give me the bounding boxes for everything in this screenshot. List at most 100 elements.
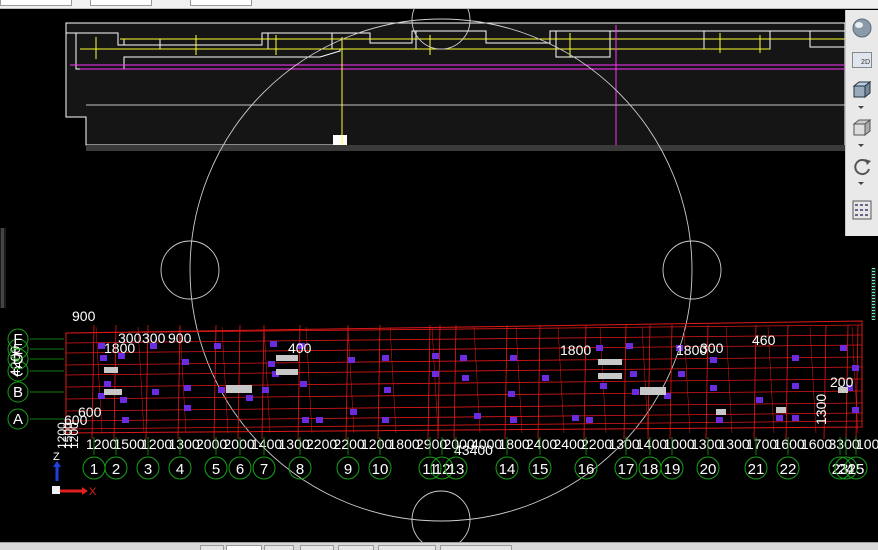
column-mark <box>474 413 481 419</box>
view-toolbar: 2D <box>845 10 878 236</box>
column-mark <box>508 391 515 397</box>
column-mark <box>792 355 799 361</box>
axis-number: 25 <box>848 461 865 478</box>
column-mark <box>792 383 799 389</box>
wall-segment <box>776 407 786 413</box>
chevron-down-icon[interactable] <box>858 182 864 185</box>
drawing-canvas[interactable]: 900300 300 9001800 180046060040042004340013… <box>0 9 878 542</box>
column-mark <box>792 415 799 421</box>
rotate-icon[interactable] <box>849 154 875 178</box>
axis-number: 16 <box>578 461 595 478</box>
top-toolbar <box>0 0 878 9</box>
layout-tab[interactable] <box>200 545 224 550</box>
wall-segment <box>226 385 252 393</box>
column-mark <box>852 365 859 371</box>
column-mark <box>122 417 129 423</box>
column-mark <box>384 387 391 393</box>
column-mark <box>852 407 859 413</box>
row-label: F <box>13 331 22 348</box>
axis-number: 18 <box>642 461 659 478</box>
axis-number: 22 <box>780 461 797 478</box>
column-mark <box>270 341 277 347</box>
column-mark <box>348 357 355 363</box>
row-label: A <box>13 411 23 428</box>
layout-tab[interactable] <box>378 545 436 550</box>
column-mark <box>462 375 469 381</box>
column-mark <box>350 409 357 415</box>
wall-segment <box>716 409 726 415</box>
layout-tab[interactable] <box>300 545 334 550</box>
column-mark <box>710 385 717 391</box>
column-mark <box>626 343 633 349</box>
dimension-label: 1000 <box>856 436 878 452</box>
column-mark <box>182 359 189 365</box>
layout-tab[interactable] <box>440 545 512 550</box>
properties-grid-icon[interactable] <box>849 198 875 222</box>
axis-number: 1 <box>90 461 98 478</box>
column-mark <box>756 397 763 403</box>
column-mark <box>152 389 159 395</box>
wall-segment <box>598 359 622 365</box>
column-mark <box>300 381 307 387</box>
layer-dropdown[interactable] <box>90 0 152 6</box>
bottom-dimension-string: 1200150012001300200020001400130022002200… <box>86 436 878 452</box>
dimension-label: 300 <box>700 340 724 356</box>
view-sphere-icon[interactable] <box>849 16 875 40</box>
wall-segment <box>104 367 118 373</box>
column-mark <box>600 383 607 389</box>
cad-viewport[interactable]: 900 300 300 900 1800 1800 460 600 400 4200 43400 13… <box>0 9 878 542</box>
zoom-scale-indicator <box>871 268 876 320</box>
column-mark <box>632 389 639 395</box>
left-panel-handle[interactable] <box>0 228 6 308</box>
dimension-label: 400 <box>288 340 312 356</box>
dimension-label: 300 <box>142 330 166 346</box>
wall-segment <box>104 389 122 395</box>
dimension-label: 900 <box>72 308 96 324</box>
axis-number: 10 <box>372 461 389 478</box>
column-mark <box>382 417 389 423</box>
dimension-label: 460 <box>752 332 776 348</box>
column-mark <box>120 397 127 403</box>
dimension-label: 1200 <box>67 422 81 449</box>
column-mark <box>630 371 637 377</box>
column-mark <box>302 417 309 423</box>
workspace-dropdown[interactable] <box>0 0 72 6</box>
column-mark <box>268 361 275 367</box>
axis-number: 14 <box>499 461 516 478</box>
column-mark <box>382 355 389 361</box>
layout-tab[interactable] <box>264 545 294 550</box>
upper-section-drawing <box>65 22 850 151</box>
dimension-label: 900 <box>168 330 192 346</box>
layout-tab-active[interactable] <box>226 545 262 550</box>
column-mark <box>184 385 191 391</box>
chevron-down-icon[interactable] <box>858 106 864 109</box>
column-mark <box>678 371 685 377</box>
style-dropdown[interactable] <box>190 0 252 6</box>
axis-number: 2 <box>112 461 120 478</box>
axis-number: 9 <box>344 461 352 478</box>
box-icon[interactable] <box>849 116 875 140</box>
dimension-label: 1300 <box>813 394 829 425</box>
column-mark <box>246 395 253 401</box>
column-mark <box>432 353 439 359</box>
layout-tab[interactable] <box>338 545 374 550</box>
axis-number: 5 <box>212 461 220 478</box>
column-mark <box>840 345 847 351</box>
axis-number: 4 <box>176 461 184 478</box>
wall-segment <box>598 373 622 379</box>
3d-box-icon[interactable] <box>849 78 875 102</box>
column-mark <box>104 381 111 387</box>
column-mark <box>596 345 603 351</box>
row-label: B <box>13 384 23 401</box>
column-mark <box>586 417 593 423</box>
column-mark <box>432 371 439 377</box>
2d-view-button[interactable]: 2D <box>849 48 875 72</box>
column-mark <box>542 375 549 381</box>
chevron-down-icon[interactable] <box>858 144 864 147</box>
column-mark <box>218 387 225 393</box>
axis-number: 6 <box>236 461 244 478</box>
axis-number: 13 <box>448 461 465 478</box>
dimension-label: 200 <box>830 374 854 390</box>
column-mark <box>716 417 723 423</box>
column-mark <box>184 405 191 411</box>
